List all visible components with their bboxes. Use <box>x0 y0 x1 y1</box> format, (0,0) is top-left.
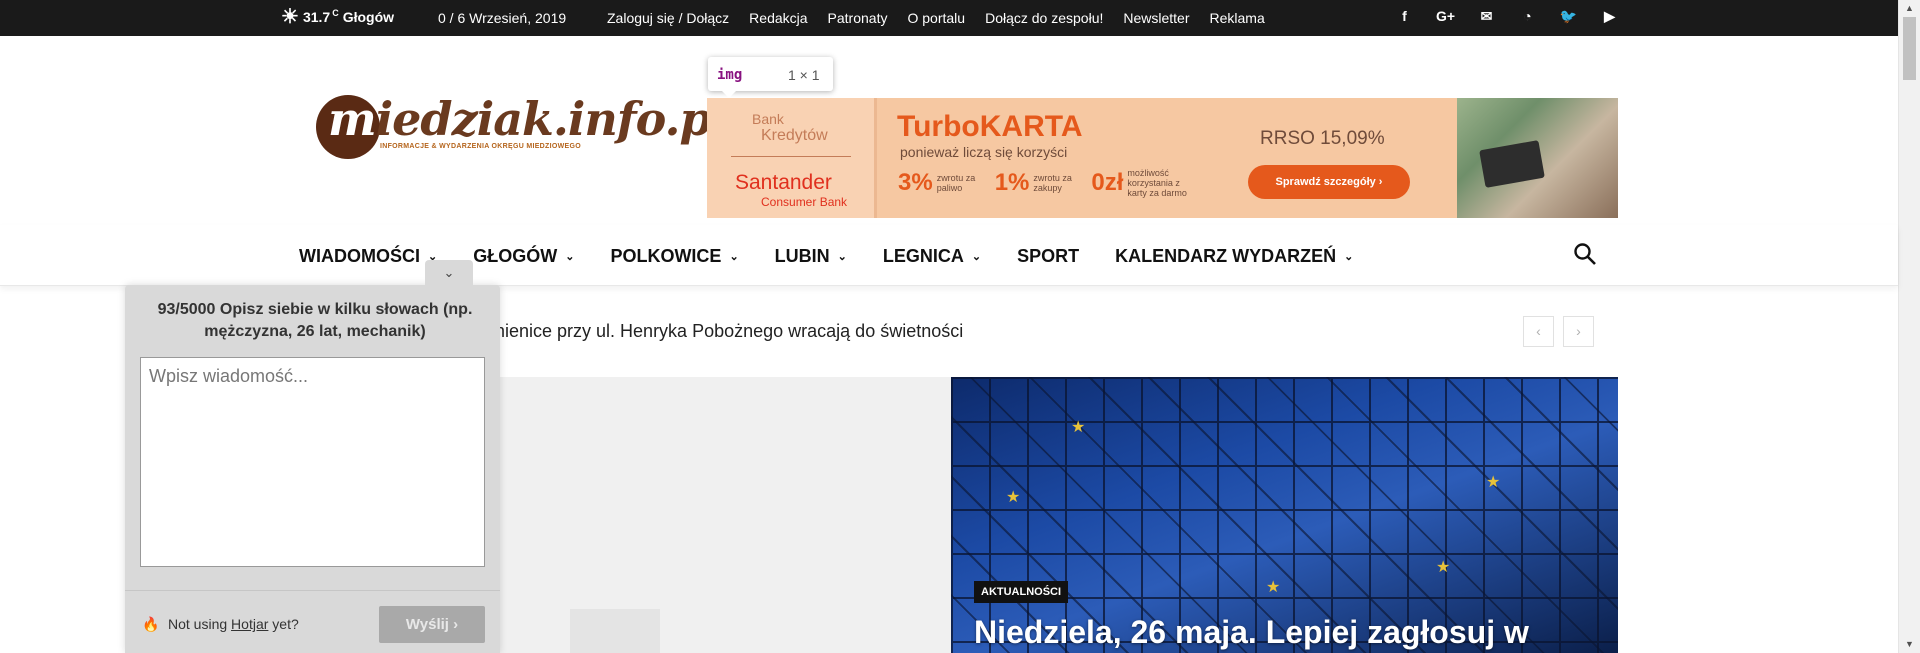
devtools-img-tooltip: img 1 × 1 <box>708 57 833 98</box>
offer-free-label: możliwość korzystania z karty za darmo <box>1127 168 1187 198</box>
send-button[interactable]: Wyślij › <box>379 606 485 643</box>
offer-free-value: 0zł <box>1091 169 1124 196</box>
scroll-down-icon[interactable]: ▼ <box>1905 639 1914 649</box>
featured-article[interactable]: ★ ★ ★ ★ ★ AKTUALNOŚCI Niedziela, 26 maja… <box>951 377 1618 653</box>
collapse-feedback-button[interactable]: ⌄ <box>425 260 473 286</box>
logo-tagline: INFORMACJE & WYDARZENIA OKRĘGU MIEDZIOWE… <box>380 143 581 150</box>
search-icon[interactable] <box>1573 242 1597 273</box>
banner-subtitle: ponieważ liczą się korzyści <box>900 144 1068 160</box>
ad-banner[interactable]: Bank Kredytów Santander Consumer Bank Tu… <box>707 98 1618 218</box>
article-placeholder[interactable] <box>490 377 951 653</box>
youtube-icon[interactable]: ▶ <box>1589 8 1630 25</box>
top-menu-redakcja[interactable]: Redakcja <box>749 10 807 26</box>
offer-fuel-value: 3% <box>898 169 933 196</box>
eu-star-icon: ★ <box>1436 559 1451 576</box>
offer-fuel-label: zwrotu za paliwo <box>936 173 976 193</box>
top-menu-patronaty[interactable]: Patronaty <box>828 10 888 26</box>
tooltip-arrow <box>722 91 736 98</box>
news-ticker-text[interactable]: mienice przy ul. Henryka Pobożnego wraca… <box>490 321 963 342</box>
logo-text: miedziak.info.pl <box>328 92 728 146</box>
top-menu-dolacz[interactable]: Dołącz do zespołu! <box>985 10 1103 26</box>
nav-item-wiadomosci[interactable]: WIADOMOŚCI ⌄ <box>299 246 437 267</box>
eu-star-icon: ★ <box>1486 474 1501 491</box>
top-menu: Zaloguj się / Dołącz Redakcja Patronaty … <box>607 10 1285 26</box>
top-bar: ☀ 31.7 C Głogów 0 / 6 Wrzesień, 2019 Zal… <box>0 0 1898 36</box>
nav-item-kalendarz[interactable]: KALENDARZ WYDARZEŃ ⌄ <box>1115 246 1353 267</box>
scroll-up-icon[interactable]: ▲ <box>1905 3 1914 13</box>
top-menu-reklama[interactable]: Reklama <box>1210 10 1265 26</box>
feedback-panel: ⌄ 93/5000 Opisz siebie w kilku słowach (… <box>125 260 500 653</box>
nav-item-glogow[interactable]: GŁOGÓW ⌄ <box>473 246 574 267</box>
scrollbar-thumb[interactable] <box>1903 17 1916 80</box>
top-date: 0 / 6 Wrzesień, 2019 <box>438 10 567 26</box>
top-menu-newsletter[interactable]: Newsletter <box>1123 10 1189 26</box>
banner-offers: 3% zwrotu za paliwo 1% zwrotu za zakupy … <box>898 168 1209 198</box>
main-nav: WIADOMOŚCI ⌄ GŁOGÓW ⌄ POLKOWICE ⌄ LUBIN ⌄ LE… <box>0 225 1898 286</box>
offer-shopping-label: zwrotu za zakupy <box>1033 173 1072 193</box>
site-logo[interactable]: miedziak.info.pl INFORMACJE & WYDARZENIA… <box>316 92 728 162</box>
weather-city[interactable]: Głogów <box>343 9 394 25</box>
article-category-badge[interactable]: AKTUALNOŚCI <box>974 581 1069 603</box>
feedback-question: 93/5000 Opisz siebie w kilku słowach (np… <box>157 301 473 340</box>
twitter-icon[interactable]: 🐦 <box>1548 8 1589 25</box>
ticker-prev-button[interactable]: ‹ <box>1523 316 1554 347</box>
nav-item-lubin[interactable]: LUBIN ⌄ <box>775 246 847 267</box>
tooltip-tag: img <box>717 67 743 83</box>
rss-icon[interactable]: ◔ <box>1507 8 1548 25</box>
hotjar-link[interactable]: Hotjar <box>231 616 268 632</box>
eu-star-icon: ★ <box>1071 419 1086 436</box>
placeholder-image-icon <box>570 609 660 653</box>
banner-title: TurboKARTA <box>897 110 1083 143</box>
weather-widget: ☀ 31.7 C Głogów <box>281 6 394 28</box>
banner-brand-panel: Bank Kredytów Santander Consumer Bank <box>707 98 877 218</box>
eu-star-icon: ★ <box>1266 579 1281 596</box>
santander-logo: Santander <box>735 171 832 194</box>
nav-item-legnica[interactable]: LEGNICA ⌄ <box>883 246 981 267</box>
social-links: f G+ ✉ ◔ 🐦 ▶ <box>1384 8 1630 25</box>
banner-kredytow-label: Kredytów <box>761 127 828 144</box>
top-menu-o-portalu[interactable]: O portalu <box>907 10 965 26</box>
mail-icon[interactable]: ✉ <box>1466 8 1507 25</box>
chevron-down-icon: ⌄ <box>565 251 575 263</box>
tooltip-dimensions: 1 × 1 <box>788 67 820 83</box>
offer-shopping-value: 1% <box>994 169 1030 196</box>
ticker-next-button[interactable]: › <box>1563 316 1594 347</box>
page-scrollbar[interactable]: ▲ ▼ <box>1898 0 1920 653</box>
banner-cta-button[interactable]: Sprawdź szczegóły › <box>1248 165 1410 199</box>
banner-divider <box>731 156 851 157</box>
weather-temp: 31.7 <box>302 9 331 25</box>
featured-article-title[interactable]: Niedziela, 26 maja. Lepiej zagłosuj w <box>974 614 1529 651</box>
chevron-down-icon: ⌄ <box>1344 251 1354 263</box>
weather-unit: C <box>332 8 339 18</box>
chevron-down-icon: ⌄ <box>971 251 982 263</box>
nav-item-polkowice[interactable]: POLKOWICE ⌄ <box>610 246 738 267</box>
feedback-footer: 🔥 Not using Hotjar yet? Wyślij › <box>125 590 500 653</box>
eu-star-icon: ★ <box>1006 489 1021 506</box>
hero-image-overlay <box>951 377 1618 653</box>
google-plus-icon[interactable]: G+ <box>1425 8 1466 25</box>
chevron-down-icon: ⌄ <box>729 251 739 263</box>
chevron-right-icon: › <box>453 616 459 633</box>
feedback-message-input[interactable] <box>140 357 485 567</box>
nav-item-sport[interactable]: SPORT <box>1017 246 1079 267</box>
chevron-down-icon: ⌄ <box>837 251 847 263</box>
hotjar-promo-text: Not using Hotjar yet? <box>168 616 299 632</box>
consumer-bank-label: Consumer Bank <box>761 195 848 209</box>
sun-icon: ☀ <box>281 6 299 28</box>
top-menu-login[interactable]: Zaloguj się / Dołącz <box>607 10 729 26</box>
facebook-icon[interactable]: f <box>1384 8 1425 25</box>
banner-rrso: RRSO 15,09% <box>1260 128 1385 149</box>
banner-bank-label: Bank <box>752 111 784 127</box>
hotjar-flame-icon: 🔥 <box>142 616 160 632</box>
